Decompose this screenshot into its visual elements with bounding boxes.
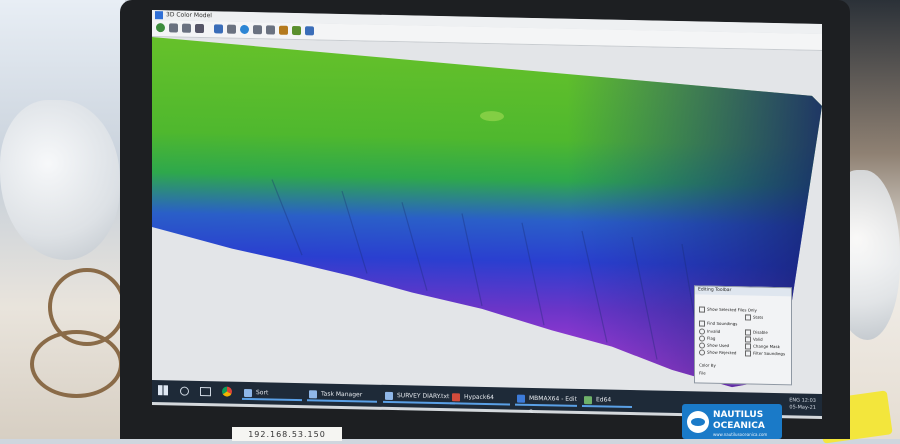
taskbar-item-mbmax64[interactable]: MBMAX64 - Edit S... xyxy=(515,391,577,416)
option-color-by[interactable]: Color By xyxy=(699,362,716,368)
option-flag[interactable]: Flag xyxy=(699,335,715,342)
option-show-rejected[interactable]: Show Rejected xyxy=(699,349,736,356)
measure-icon[interactable] xyxy=(227,24,236,34)
rotate-icon[interactable] xyxy=(240,24,249,35)
taskbar-item-survey-diary[interactable]: SURVEY DIARY.txt -... xyxy=(383,388,455,413)
tray-language: ENG xyxy=(789,397,800,404)
mbmax-icon xyxy=(517,394,525,403)
dialog-title: Editing Toolbar xyxy=(695,286,791,297)
taskbar-item-task-manager[interactable]: Task Manager xyxy=(307,387,377,403)
layers-icon[interactable] xyxy=(182,23,191,33)
logo-line-1: NAUTILUS xyxy=(713,410,764,420)
edit-icon[interactable] xyxy=(305,26,314,36)
taskbar-item-sort[interactable]: Sort xyxy=(242,385,302,402)
path-icon[interactable] xyxy=(214,24,223,34)
editor-icon xyxy=(584,396,592,405)
editing-toolbar-dialog[interactable]: Editing Toolbar Show Selected Files Only… xyxy=(694,285,792,386)
option-disable[interactable]: Disable xyxy=(745,329,768,336)
window-title: 3D Color Model xyxy=(166,11,212,20)
globe-icon[interactable] xyxy=(156,23,165,33)
hypack-icon xyxy=(452,393,460,402)
option-show-selected[interactable]: Show Selected Files Only xyxy=(699,306,757,313)
option-find-soundings[interactable]: Find Soundings xyxy=(699,320,737,327)
select-icon[interactable] xyxy=(253,25,262,35)
folder-icon xyxy=(244,388,252,398)
tray-date: 05-May-21 xyxy=(789,404,816,411)
chrome-icon[interactable] xyxy=(222,386,232,397)
option-filter-soundings[interactable]: Filter Soundings xyxy=(745,350,785,357)
fit-icon[interactable] xyxy=(195,23,204,34)
laptop-screen: 3D Color Model – □ × xyxy=(152,10,822,420)
logo-line-3: www.nautilusoceanica.com xyxy=(713,432,768,437)
notepad-icon xyxy=(385,391,393,401)
option-valid[interactable]: Valid xyxy=(745,336,763,343)
wave-icon xyxy=(691,418,705,426)
bucket-icon[interactable] xyxy=(266,25,275,35)
tag-icon[interactable] xyxy=(292,25,301,36)
windows-start-icon[interactable] xyxy=(158,385,168,396)
app-icon xyxy=(155,11,163,20)
search-icon[interactable] xyxy=(180,386,189,396)
taskbar-item-hypack64[interactable]: Hypack64 xyxy=(450,390,510,406)
nautilus-oceanica-sticker: NAUTILUS OCEANICA www.nautilusoceanica.c… xyxy=(682,404,782,439)
tray-time: 12:03 xyxy=(801,397,816,404)
task-manager-icon xyxy=(309,390,317,399)
dialog-footer: File xyxy=(699,370,706,376)
palette-icon[interactable] xyxy=(169,23,178,33)
rope-coil-2 xyxy=(30,330,123,398)
option-change-mask[interactable]: Change Mask xyxy=(745,343,780,350)
option-stats[interactable]: Stats xyxy=(745,314,763,321)
option-invalid[interactable]: Invalid xyxy=(699,328,720,335)
task-view-icon[interactable] xyxy=(200,387,211,397)
logo-line-2: OCEANICA xyxy=(713,421,765,431)
taskbar-item-ed64[interactable]: Ed64 xyxy=(582,393,632,409)
pin-icon[interactable] xyxy=(279,25,288,35)
option-show-used[interactable]: Show Used xyxy=(699,342,729,349)
system-tray[interactable]: ENG 12:03 05-May-21 xyxy=(789,397,816,412)
